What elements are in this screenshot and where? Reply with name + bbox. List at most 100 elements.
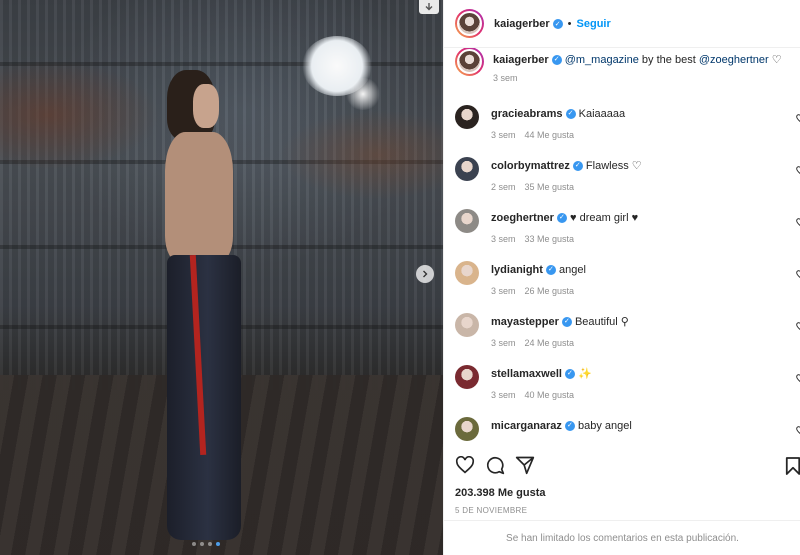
header-separator: • <box>567 17 572 30</box>
comment-likes[interactable]: 26 Me gusta <box>525 286 575 296</box>
post-photo[interactable] <box>0 0 443 555</box>
comment-avatar[interactable] <box>455 313 479 337</box>
comment-likes[interactable]: 24 Me gusta <box>525 338 575 348</box>
post-side-panel: kaiagerber ✓ • Seguir kaiagerber ✓ @m_mag… <box>443 0 800 555</box>
comment-avatar[interactable] <box>455 261 479 285</box>
comment-avatar[interactable] <box>455 209 479 233</box>
caption-emoji: ♡ <box>771 54 782 66</box>
comment-avatar[interactable] <box>455 365 479 389</box>
verified-icon: ✓ <box>565 109 576 120</box>
comment-username[interactable]: gracieabrams <box>491 108 563 120</box>
caption-text: kaiagerber ✓ @m_magazine by the best @zoe… <box>493 53 782 67</box>
comment-time[interactable]: 3 sem <box>491 338 516 348</box>
comment-likes[interactable]: 33 Me gusta <box>525 234 575 244</box>
likes-count[interactable]: 203.398 Me gusta <box>455 487 546 499</box>
comment-username[interactable]: stellamaxwell <box>491 368 562 380</box>
post-date[interactable]: 5 DE NOVIEMBRE <box>455 506 527 515</box>
comments-list[interactable]: kaiagerber ✓ @m_magazine by the best @zoe… <box>444 48 800 444</box>
comment-icon[interactable] <box>485 455 505 475</box>
heart-icon[interactable] <box>455 456 475 474</box>
verified-icon: ✓ <box>545 265 556 276</box>
comment-time[interactable]: 3 sem <box>491 234 516 244</box>
comment-time[interactable]: 3 sem <box>491 390 516 400</box>
caption-mention[interactable]: @m_magazine <box>565 54 639 66</box>
download-icon[interactable] <box>419 0 439 14</box>
share-icon[interactable] <box>515 455 535 475</box>
comment-likes[interactable]: 44 Me gusta <box>525 130 575 140</box>
follow-button[interactable]: Seguir <box>577 18 611 30</box>
caption-mention[interactable]: @zoeghertner <box>699 54 769 66</box>
comment-content: Kaiaaaaa <box>578 108 626 120</box>
header-info: kaiagerber ✓ • Seguir <box>494 18 611 30</box>
comment-body: stellamaxwell ✓ ✨ 3 sem 40 Me gusta <box>491 364 592 416</box>
avatar-image <box>457 11 482 36</box>
comment-body: mayastepper ✓ Beautiful ⚲ 3 sem 24 Me gusta <box>491 312 629 364</box>
comment-username[interactable]: colorbymattrez <box>491 160 570 172</box>
comment-meta: 3 sem 33 Me gusta <box>491 234 638 244</box>
caption-avatar-image <box>457 49 482 74</box>
comment-content: angel <box>559 264 586 276</box>
verified-icon: ✓ <box>561 317 572 328</box>
comment-username[interactable]: mayastepper <box>491 316 559 328</box>
comment-meta <box>491 442 632 444</box>
bookmark-icon[interactable] <box>785 456 800 476</box>
comment-content: ♥ dream girl ♥ <box>570 212 639 224</box>
comment-body: micarganaraz ✓ baby angel <box>491 416 632 444</box>
comment-text: zoeghertner ✓ ♥ dream girl ♥ <box>491 211 638 225</box>
figure-face <box>193 84 219 128</box>
verified-icon: ✓ <box>572 161 583 172</box>
verified-icon: ✓ <box>556 213 567 224</box>
figure-pants <box>167 255 241 540</box>
caption-middle-text: by the best <box>638 54 699 66</box>
comment-like-icon[interactable] <box>796 322 800 331</box>
comment-like-icon[interactable] <box>796 218 800 227</box>
comment-username[interactable]: zoeghertner <box>491 212 554 224</box>
comment-row: gracieabrams ✓ Kaiaaaaa 3 sem 44 Me gusta <box>444 104 800 156</box>
carousel-dot <box>192 542 196 546</box>
comment-row: micarganaraz ✓ baby angel <box>444 416 800 444</box>
header-username[interactable]: kaiagerber <box>494 18 550 30</box>
comment-row: zoeghertner ✓ ♥ dream girl ♥ 3 sem 33 Me gu… <box>444 208 800 260</box>
chevron-right-icon <box>423 270 428 278</box>
comment-avatar[interactable] <box>455 417 479 441</box>
comment-row: colorbymattrez ✓ Flawless ♡ 2 sem 35 Me gus… <box>444 156 800 208</box>
comment-username[interactable]: micarganaraz <box>491 420 562 432</box>
comment-avatar[interactable] <box>455 105 479 129</box>
avatar[interactable] <box>455 9 484 38</box>
comment-time[interactable]: 3 sem <box>491 130 516 140</box>
comment-content: baby angel <box>578 420 632 432</box>
comment-avatar[interactable] <box>455 157 479 181</box>
comment-like-icon[interactable] <box>796 270 800 279</box>
comment-like-icon[interactable] <box>796 374 800 383</box>
verified-icon: ✓ <box>564 421 575 432</box>
caption-avatar[interactable] <box>455 48 484 76</box>
instagram-post-modal: kaiagerber ✓ • Seguir kaiagerber ✓ @m_mag… <box>0 0 800 555</box>
comment-time[interactable]: 2 sem <box>491 182 516 192</box>
comment-meta: 3 sem 44 Me gusta <box>491 130 625 140</box>
carousel-next-button[interactable] <box>416 265 434 283</box>
comment-likes[interactable]: 40 Me gusta <box>525 390 575 400</box>
carousel-dot-active <box>216 542 220 546</box>
action-bar <box>444 450 800 480</box>
comment-text: lydianight ✓ angel <box>491 263 586 277</box>
download-arrow-icon <box>425 3 433 11</box>
comment-likes[interactable]: 35 Me gusta <box>525 182 575 192</box>
comment-like-icon[interactable] <box>796 166 800 175</box>
comment-meta: 3 sem 40 Me gusta <box>491 390 592 400</box>
photo-figure <box>165 70 245 540</box>
comment-text: stellamaxwell ✓ ✨ <box>491 367 592 381</box>
caption-time[interactable]: 3 sem <box>493 73 518 83</box>
comment-time[interactable]: 3 sem <box>491 286 516 296</box>
comment-content: Flawless ♡ <box>585 160 642 172</box>
comment-like-icon[interactable] <box>796 426 800 435</box>
comment-like-icon[interactable] <box>796 114 800 123</box>
caption-meta: 3 sem <box>493 73 782 83</box>
caption-username[interactable]: kaiagerber <box>493 54 549 66</box>
comment-body: gracieabrams ✓ Kaiaaaaa 3 sem 44 Me gusta <box>491 104 625 156</box>
comment-row: mayastepper ✓ Beautiful ⚲ 3 sem 24 Me gusta <box>444 312 800 364</box>
verified-icon: ✓ <box>552 18 563 29</box>
comment-body: zoeghertner ✓ ♥ dream girl ♥ 3 sem 33 Me gu… <box>491 208 638 260</box>
comments-limited-notice: Se han limitado los comentarios en esta … <box>444 520 800 555</box>
comment-meta: 3 sem 26 Me gusta <box>491 286 586 296</box>
comment-username[interactable]: lydianight <box>491 264 543 276</box>
